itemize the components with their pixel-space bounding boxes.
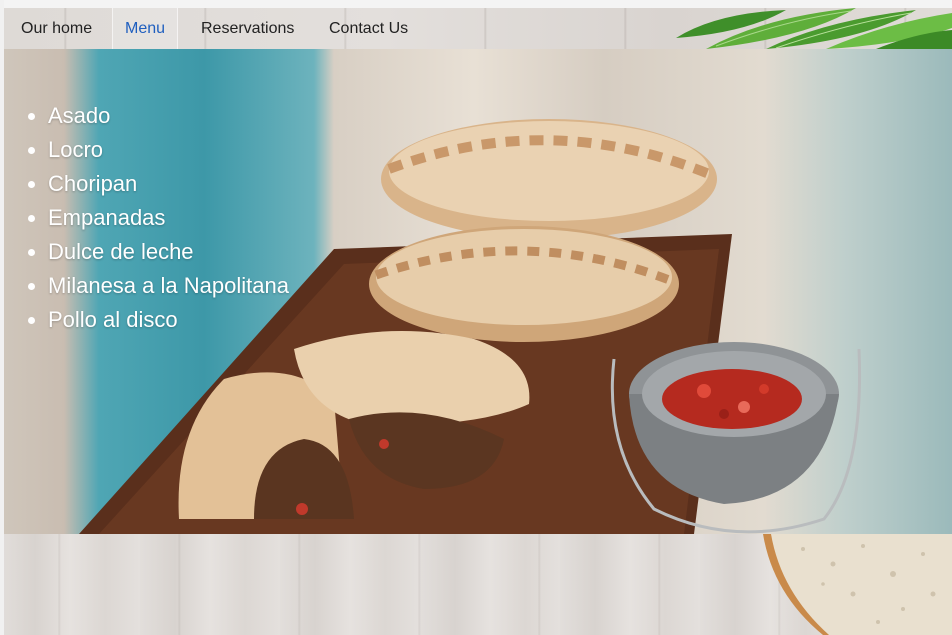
nav-item-our-home[interactable]: Our home [21, 8, 92, 49]
page-frame-top [0, 0, 952, 8]
list-item: Asado [48, 99, 289, 133]
nav-item-contact-us[interactable]: Contact Us [329, 8, 408, 49]
bread-decoration-image [763, 534, 952, 635]
leaves-decoration-image [676, 8, 952, 49]
list-item: Dulce de leche [48, 235, 289, 269]
nav-item-menu[interactable]: Menu [112, 8, 179, 49]
list-item: Choripan [48, 167, 289, 201]
menu-dish-list: Asado Locro Choripan Empanadas Dulce de … [28, 99, 289, 337]
list-item: Locro [48, 133, 289, 167]
hero-food-image: Asado Locro Choripan Empanadas Dulce de … [4, 49, 952, 534]
nav-item-reservations[interactable]: Reservations [201, 8, 294, 49]
list-item: Empanadas [48, 201, 289, 235]
list-item: Milanesa a la Napolitana [48, 269, 289, 303]
list-item: Pollo al disco [48, 303, 289, 337]
